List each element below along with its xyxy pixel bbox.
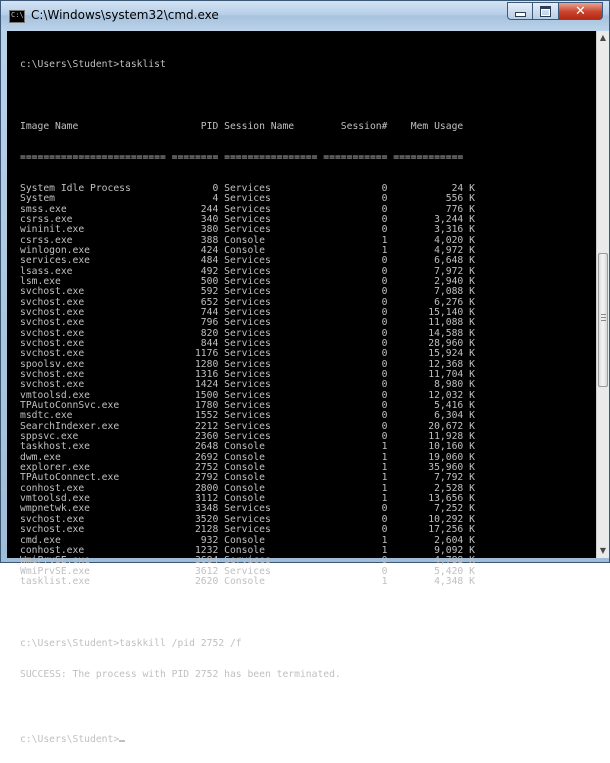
table-header: Image Name PID Session Name Session# Mem… [20, 120, 464, 132]
maximize-button[interactable] [533, 2, 559, 20]
maximize-icon [540, 5, 551, 17]
result-message: SUCCESS: The process with PID 2752 has b… [20, 668, 341, 680]
cmd-app-icon[interactable]: C:\ [9, 10, 25, 23]
prompt-taskkill: c:\Users\Student>taskkill /pid 2752 /f [20, 637, 242, 649]
prompt-tasklist: c:\Users\Student>tasklist [20, 58, 166, 70]
text-cursor [119, 732, 126, 743]
table-row: WmiPrvSE.exe 3684 Services 0 4,788 K [20, 555, 475, 567]
scroll-up-arrow-icon[interactable]: ▲ [597, 31, 609, 45]
current-prompt[interactable]: c:\Users\Student> [20, 732, 475, 746]
minimize-icon [514, 11, 526, 17]
title-bar[interactable]: C:\ C:\Windows\system32\cmd.exe ✕ [1, 1, 609, 31]
process-list: System Idle Process 0 Services 0 24 K Sys… [20, 183, 475, 587]
cmd-window: C:\ C:\Windows\system32\cmd.exe ✕ ▲ ▼ c:… [0, 0, 610, 745]
scroll-down-arrow-icon[interactable]: ▼ [597, 544, 609, 558]
prompt-text: c:\Users\Student> [20, 734, 120, 746]
vertical-scrollbar[interactable]: ▲ ▼ [596, 31, 609, 558]
table-row: services.exe 484 Services 0 6,648 K [20, 255, 475, 267]
window-title: C:\Windows\system32\cmd.exe [31, 8, 219, 22]
console-output: c:\Users\Student>tasklist Image Name PID… [20, 39, 475, 763]
minimize-button[interactable] [507, 2, 533, 20]
caption-buttons: ✕ [507, 2, 603, 21]
grip-icon [601, 314, 606, 321]
table-row: WmiPrvSE.exe 3612 Services 0 5,420 K [20, 565, 475, 577]
table-row: svchost.exe 2128 Services 0 17,256 K [20, 524, 475, 536]
close-button[interactable]: ✕ [559, 2, 603, 20]
table-separator: ========================= ======== =====… [20, 151, 464, 163]
table-row: System 4 Services 0 556 K [20, 193, 475, 205]
cmd-icon-label: C:\ [11, 11, 24, 19]
table-row: wininit.exe 380 Services 0 3,316 K [20, 224, 475, 236]
close-icon: ✕ [575, 3, 586, 19]
scrollbar-thumb[interactable] [598, 253, 608, 387]
table-row: tasklist.exe 2620 Console 1 4,348 K [20, 575, 475, 587]
